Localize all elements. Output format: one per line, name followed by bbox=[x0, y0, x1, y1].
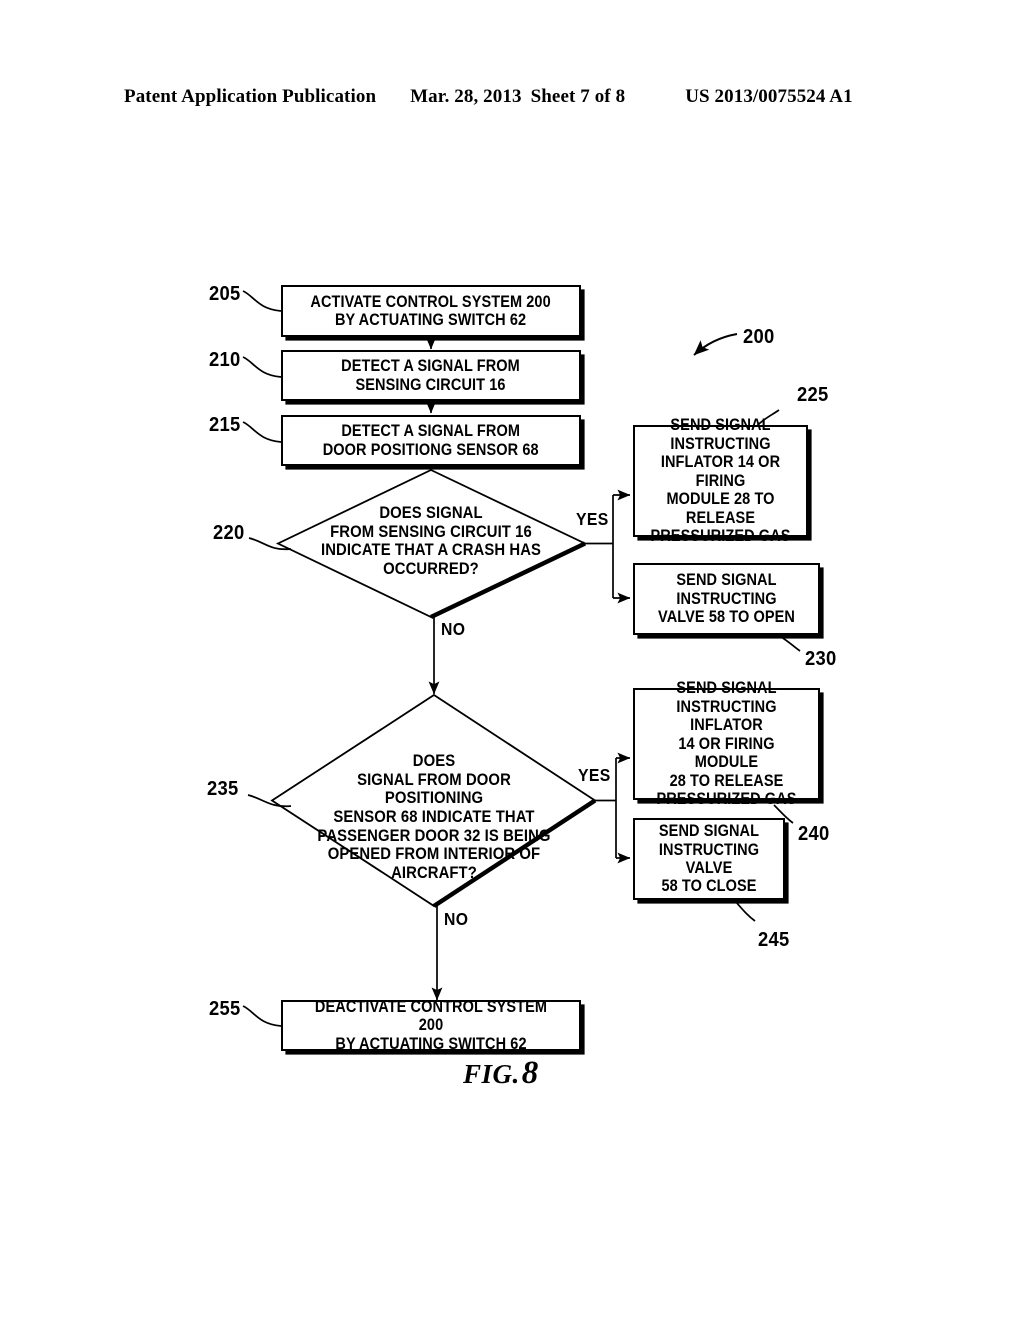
branch-label-no-1: NO bbox=[441, 619, 466, 639]
process-box-255-label: DEACTIVATE CONTROL SYSTEM 200 BY ACTUATI… bbox=[314, 997, 548, 1053]
process-box-210-label: DETECT A SIGNAL FROM SENSING CIRCUIT 16 bbox=[341, 357, 521, 394]
figure-caption-prefix: FIG. bbox=[463, 1059, 520, 1089]
decision-235-label: DOES SIGNAL FROM DOOR POSITIONING SENSOR… bbox=[317, 752, 551, 882]
ref-numeral-205: 205 bbox=[209, 283, 241, 305]
ref-numeral-215: 215 bbox=[209, 414, 241, 436]
branch-label-yes-1: YES bbox=[576, 509, 609, 529]
process-box-240: SEND SIGNAL INSTRUCTING INFLATOR 14 OR F… bbox=[633, 679, 820, 808]
ref-numeral-220: 220 bbox=[213, 522, 245, 544]
process-box-205-label: ACTIVATE CONTROL SYSTEM 200 BY ACTUATING… bbox=[310, 292, 552, 329]
branch-label-no-2: NO bbox=[444, 909, 469, 929]
reference-leader-lines bbox=[242, 290, 801, 1027]
process-box-240-label: SEND SIGNAL INSTRUCTING INFLATOR 14 OR F… bbox=[656, 679, 797, 809]
ref-numeral-245: 245 bbox=[758, 929, 790, 951]
figure-caption: FIG.8 bbox=[463, 1055, 539, 1092]
ref-numeral-210: 210 bbox=[209, 349, 241, 371]
figure-8-flowchart: ACTIVATE CONTROL SYSTEM 200 BY ACTUATING… bbox=[0, 0, 1024, 1320]
process-box-215: DETECT A SIGNAL FROM DOOR POSITIONG SENS… bbox=[281, 415, 581, 466]
ref-numeral-255: 255 bbox=[209, 998, 241, 1020]
process-box-230-label: SEND SIGNAL INSTRUCTING VALVE 58 TO OPEN bbox=[658, 571, 795, 627]
process-box-245-label: SEND SIGNAL INSTRUCTING VALVE 58 TO CLOS… bbox=[658, 822, 760, 896]
figure-caption-number: 8 bbox=[521, 1055, 539, 1091]
ref-numeral-235: 235 bbox=[207, 778, 239, 800]
ref-numeral-240: 240 bbox=[798, 823, 830, 845]
process-box-255: DEACTIVATE CONTROL SYSTEM 200 BY ACTUATI… bbox=[281, 997, 581, 1053]
process-box-215-label: DETECT A SIGNAL FROM DOOR POSITIONG SENS… bbox=[323, 422, 539, 459]
ref-numeral-230: 230 bbox=[805, 648, 837, 670]
process-box-210: DETECT A SIGNAL FROM SENSING CIRCUIT 16 bbox=[281, 350, 581, 401]
branch-label-yes-2: YES bbox=[578, 765, 611, 785]
process-box-205: ACTIVATE CONTROL SYSTEM 200 BY ACTUATING… bbox=[281, 285, 581, 337]
system-200-leader-arrow bbox=[693, 333, 738, 356]
ref-numeral-200: 200 bbox=[743, 326, 775, 348]
process-box-245: SEND SIGNAL INSTRUCTING VALVE 58 TO CLOS… bbox=[633, 818, 785, 900]
process-box-225: SEND SIGNAL INSTRUCTING INFLATOR 14 OR F… bbox=[633, 416, 808, 545]
process-box-225-label: SEND SIGNAL INSTRUCTING INFLATOR 14 OR F… bbox=[650, 416, 791, 546]
process-box-230: SEND SIGNAL INSTRUCTING VALVE 58 TO OPEN bbox=[633, 563, 820, 635]
decision-220-label: DOES SIGNAL FROM SENSING CIRCUIT 16 INDI… bbox=[320, 504, 542, 578]
ref-numeral-225: 225 bbox=[797, 384, 829, 406]
flowchart-connectors bbox=[242, 290, 801, 1027]
